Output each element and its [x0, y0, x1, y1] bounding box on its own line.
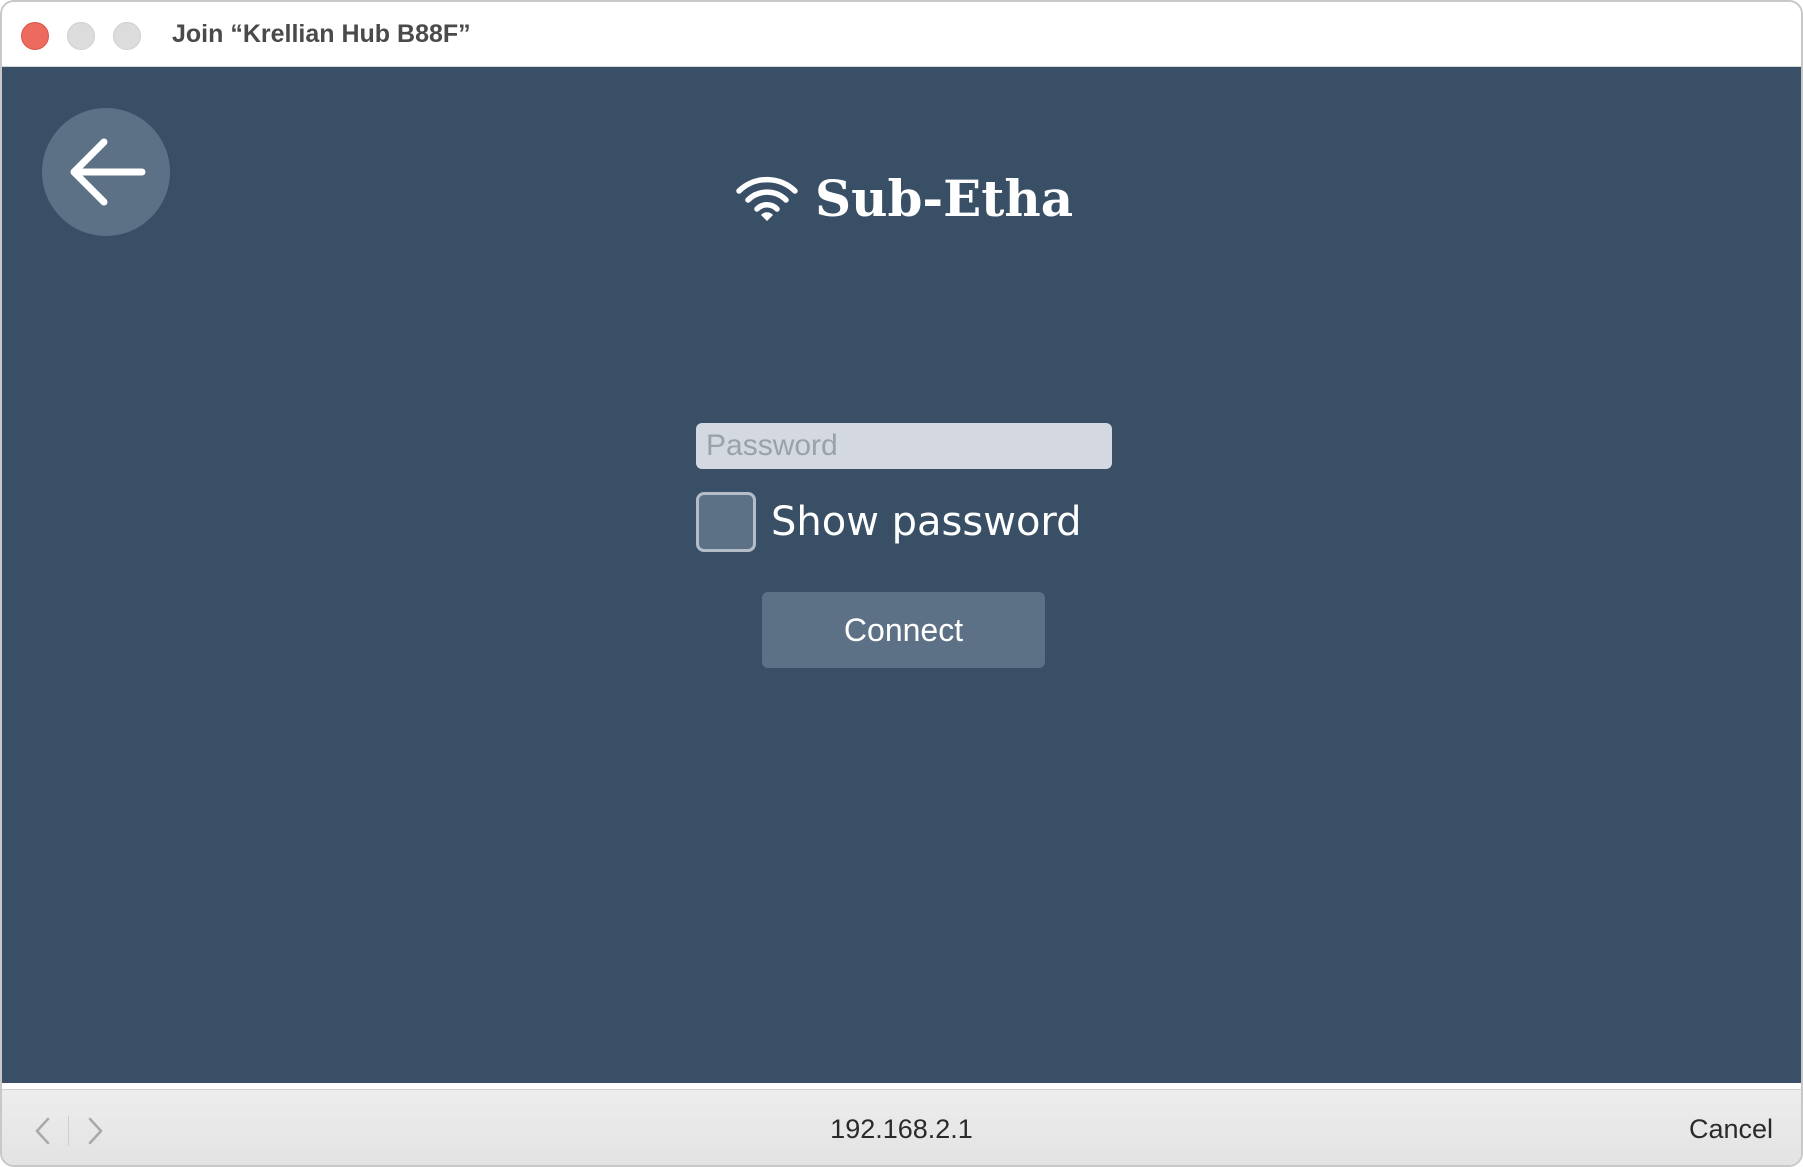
show-password-label: Show password: [771, 499, 1082, 545]
arrow-left-icon: [70, 138, 146, 206]
close-window-button[interactable]: [21, 22, 49, 50]
brand-header: Sub-Etha: [735, 163, 1073, 233]
captive-portal-window: Join “Krellian Hub B88F” Sub-Etha Show p…: [0, 0, 1803, 1167]
address-label: 192.168.2.1: [830, 1114, 973, 1144]
title-bar: Join “Krellian Hub B88F”: [2, 2, 1801, 67]
portal-content: Sub-Etha Show password Connect: [2, 67, 1801, 1083]
cancel-button[interactable]: Cancel: [1689, 1114, 1773, 1145]
show-password-checkbox[interactable]: [696, 492, 756, 552]
bottom-toolbar: 192.168.2.1 Cancel: [2, 1089, 1801, 1165]
show-password-toggle[interactable]: Show password: [696, 492, 1082, 552]
window-title: Join “Krellian Hub B88F”: [172, 20, 471, 48]
brand-name: Sub-Etha: [815, 168, 1074, 228]
minimize-window-button[interactable]: [67, 22, 95, 50]
connect-button[interactable]: Connect: [762, 592, 1045, 668]
password-input[interactable]: [696, 423, 1112, 469]
wifi-icon: [736, 176, 798, 221]
back-button[interactable]: [42, 108, 170, 236]
zoom-window-button[interactable]: [113, 22, 141, 50]
